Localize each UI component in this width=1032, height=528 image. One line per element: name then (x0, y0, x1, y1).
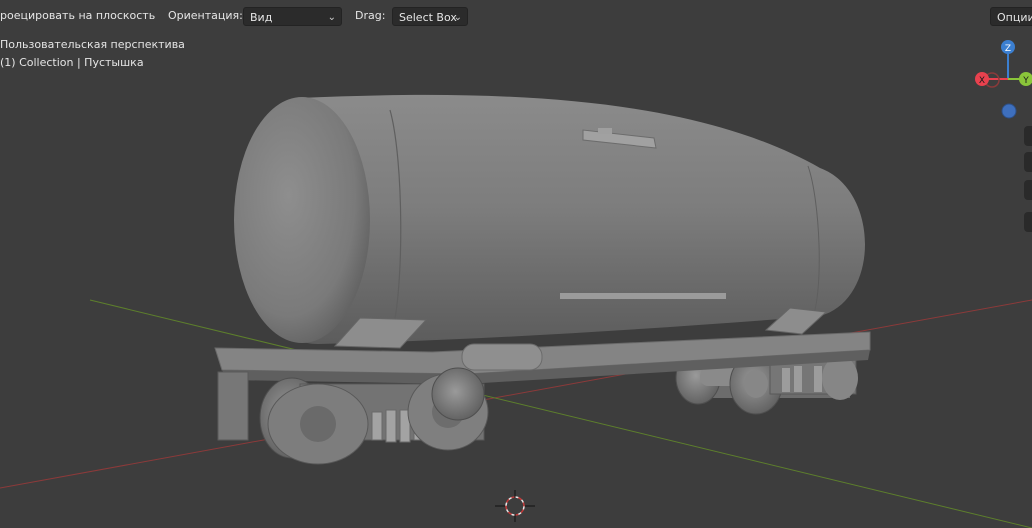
project-onto-plane-toggle[interactable]: роецировать на плоскость (0, 9, 155, 22)
3d-cursor-icon[interactable] (495, 490, 535, 522)
orientation-value: Вид (250, 11, 273, 24)
perspective-toggle-button[interactable] (1024, 212, 1032, 232)
chevron-down-icon: ⌄ (453, 12, 462, 23)
drag-value: Select Box (399, 11, 457, 24)
zoom-button[interactable] (1024, 126, 1032, 146)
perspective-label: Пользовательская перспектива (0, 38, 185, 51)
orientation-label: Ориентация: (168, 9, 243, 22)
3d-viewport[interactable]: роецировать на плоскость Ориентация: Вид… (0, 0, 1032, 528)
drag-dropdown[interactable]: Select Box ⌄ (392, 7, 468, 26)
camera-view-button[interactable] (1024, 180, 1032, 200)
neg-z-axis-handle[interactable] (1001, 103, 1017, 119)
x-axis-label: X (979, 76, 985, 86)
navigation-gizmo[interactable]: Z X Y (968, 36, 1032, 126)
pan-button[interactable] (1024, 152, 1032, 172)
collection-label: (1) Collection | Пустышка (0, 56, 144, 69)
drag-label: Drag: (355, 9, 386, 22)
tank-wagon-model[interactable] (214, 94, 871, 465)
viewport-header: роецировать на плоскость Ориентация: Вид… (0, 0, 1032, 32)
options-label: Опции (997, 11, 1032, 24)
y-axis-label: Y (1022, 76, 1029, 86)
options-dropdown[interactable]: Опции (990, 7, 1032, 26)
chevron-down-icon: ⌄ (327, 12, 336, 23)
tank-body (234, 94, 866, 344)
scene-canvas[interactable] (0, 0, 1032, 528)
z-axis-label: Z (1005, 44, 1011, 54)
orientation-dropdown[interactable]: Вид ⌄ (243, 7, 342, 26)
